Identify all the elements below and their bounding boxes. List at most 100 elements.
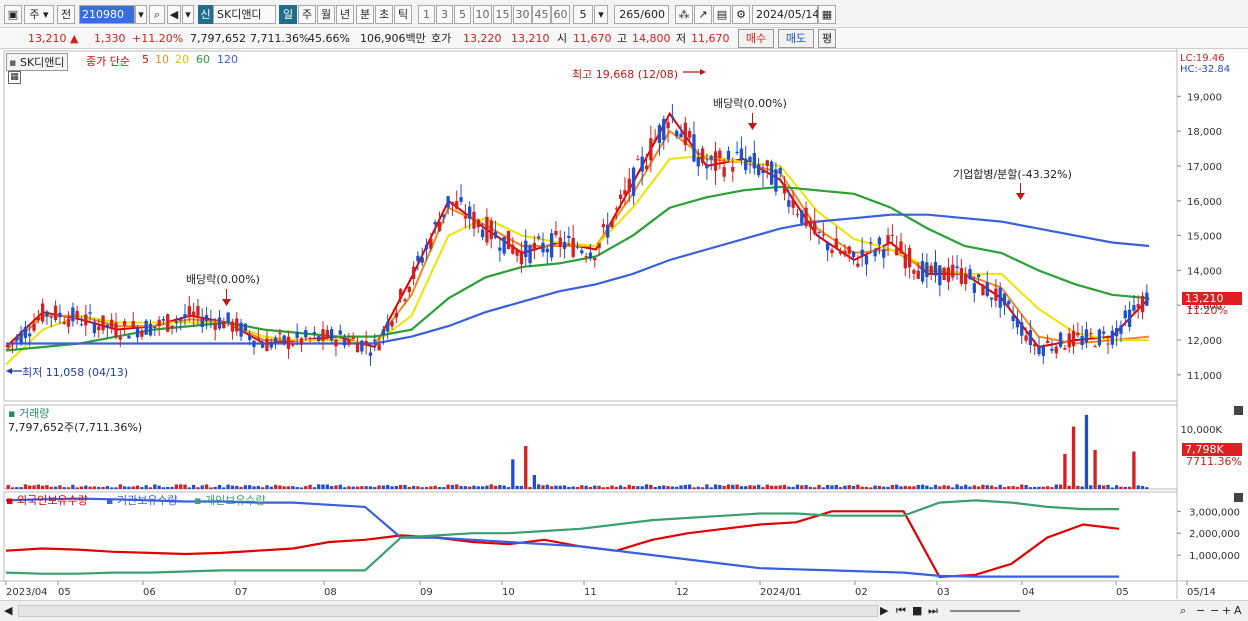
x-tick-label: 12 — [676, 587, 689, 598]
zoom-in-icon[interactable]: + — [1222, 604, 1231, 617]
first-page-icon[interactable]: ⏮ — [896, 604, 906, 618]
volume-bar — [864, 486, 869, 489]
volume-bar — [1002, 487, 1007, 489]
interval-button-3[interactable]: 3 — [436, 5, 453, 24]
interval-button-1[interactable]: 1 — [418, 5, 435, 24]
volume-bar — [511, 459, 515, 489]
table-icon[interactable]: ▦ — [8, 71, 21, 84]
volume-bar — [761, 487, 765, 489]
zoom-out-icon[interactable]: − — [1196, 604, 1205, 617]
candle-body — [66, 318, 71, 327]
interval-button-10[interactable]: 10 — [473, 5, 492, 24]
candle-body — [1084, 329, 1089, 343]
x-tick-label: 02 — [855, 587, 868, 598]
search-icon[interactable]: ⌕ — [149, 5, 165, 24]
calendar-icon[interactable]: ▦ — [818, 5, 836, 24]
volume-bar — [187, 487, 191, 489]
tab-month[interactable]: 월 — [317, 5, 335, 24]
candle-body — [731, 166, 735, 172]
tab-week[interactable]: 주 — [298, 5, 316, 24]
x-tick-label: 09 — [420, 587, 433, 598]
price-ytick-label: 19,000 — [1187, 92, 1222, 103]
tab-tick[interactable]: 틱 — [394, 5, 412, 24]
volume-bar — [1020, 484, 1024, 489]
volume-bar — [808, 486, 813, 489]
interval-dropdown-icon[interactable]: ▾ — [594, 5, 608, 24]
zoom-search-icon[interactable]: ⌕ — [1180, 604, 1186, 618]
last-page-icon[interactable]: ⏭ — [928, 604, 938, 618]
volume-bar — [183, 484, 187, 489]
volume-bar — [726, 484, 731, 489]
period-select[interactable]: 주 ▾ — [24, 5, 54, 24]
date-field[interactable]: 2024/05/14 — [752, 5, 819, 24]
stop-icon[interactable]: ■ — [912, 604, 922, 617]
candle-body — [964, 273, 968, 285]
scroll-right-icon[interactable]: ▶ — [880, 604, 888, 617]
volume-bar — [386, 484, 390, 489]
candle-body — [41, 303, 45, 322]
count-field[interactable]: 265/600 — [614, 5, 669, 24]
interval-button-5[interactable]: 5 — [454, 5, 471, 24]
x-tick-label: 05 — [58, 587, 71, 598]
scroll-track[interactable] — [18, 605, 878, 617]
candle-body — [390, 321, 394, 327]
tab-second[interactable]: 초 — [375, 5, 393, 24]
interval-button-15[interactable]: 15 — [493, 5, 512, 24]
scroll-left-icon[interactable]: ◀ — [4, 604, 12, 617]
save-icon[interactable]: ▤ — [713, 5, 731, 24]
stock-name[interactable]: SK디앤디 — [213, 5, 276, 24]
candle-body — [144, 320, 148, 335]
candle-body — [217, 317, 222, 329]
chart-settings-icon[interactable]: ⁂ — [675, 5, 693, 24]
volume-bar — [19, 487, 23, 489]
volume-ytick-label: 10,000K — [1180, 425, 1222, 436]
draw-tool-icon[interactable]: ↗ — [694, 5, 712, 24]
period-select-label: 주 — [29, 8, 40, 21]
sell-button[interactable]: 매도 — [778, 29, 814, 48]
prev-button[interactable]: 전 — [57, 5, 75, 24]
stock-chart[interactable]: 11,00012,00013,00014,00015,00016,00017,0… — [0, 49, 1248, 621]
volume-bar — [1097, 484, 1102, 489]
gear-icon[interactable]: ⚙ — [732, 5, 750, 24]
speaker-icon[interactable]: ◀ — [167, 5, 181, 24]
volume-bar — [209, 487, 213, 489]
volume-bar — [308, 484, 312, 489]
font-size-icon[interactable]: A — [1234, 604, 1242, 617]
volume-bar — [433, 485, 437, 489]
candle-body — [606, 224, 610, 238]
volume-bar — [235, 485, 239, 489]
tab-minute[interactable]: 분 — [356, 5, 374, 24]
tab-year[interactable]: 년 — [336, 5, 354, 24]
candle-body — [929, 265, 933, 273]
volume-bar — [1076, 485, 1080, 489]
eval-button[interactable]: 평 — [818, 29, 836, 48]
zoom-reset-icon[interactable]: − — [1210, 604, 1219, 617]
interval-value[interactable]: 5 — [573, 5, 593, 24]
candle-body — [618, 194, 623, 199]
volume-bar — [1063, 453, 1067, 489]
interval-button-45[interactable]: 45 — [532, 5, 551, 24]
candle-body — [1136, 304, 1140, 309]
interval-button-60[interactable]: 60 — [551, 5, 570, 24]
volume-bar — [959, 486, 964, 489]
candle-body — [933, 261, 938, 276]
chart-scrollbar[interactable]: ◀ ▶ ⏮ ■ ⏭ ⌕ − − + A — [0, 600, 1248, 621]
volume-bar — [416, 486, 420, 489]
volume-bar — [873, 485, 877, 489]
code-dropdown-icon[interactable]: ▾ — [135, 5, 147, 24]
candle-body — [127, 335, 131, 339]
volume-bar — [23, 484, 28, 489]
tab-day[interactable]: 일 — [279, 5, 297, 24]
code-input[interactable]: 210980 — [79, 5, 135, 24]
zoom-slider[interactable] — [950, 610, 1020, 612]
volume-bar — [243, 485, 248, 489]
interval-button-30[interactable]: 30 — [513, 5, 532, 24]
candle-body — [399, 289, 403, 299]
candle-body — [135, 327, 140, 338]
volume-bar — [28, 485, 32, 489]
volume-bar — [1140, 486, 1145, 489]
speaker-dropdown-icon[interactable]: ▾ — [182, 5, 194, 24]
buy-button[interactable]: 매수 — [738, 29, 774, 48]
volume-bar — [485, 485, 489, 489]
layout-icon[interactable]: ▣ — [4, 5, 22, 24]
